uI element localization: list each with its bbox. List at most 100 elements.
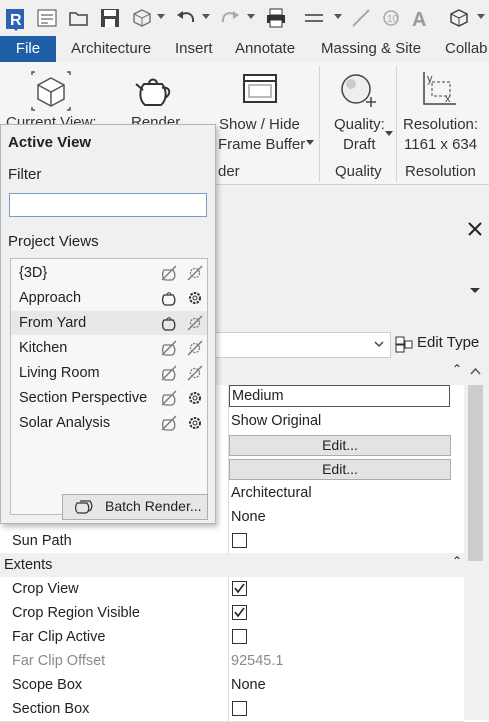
save-icon[interactable] xyxy=(99,7,121,29)
filter-input[interactable] xyxy=(9,193,207,217)
section-box-checkbox[interactable] xyxy=(232,701,247,716)
render-teapot-icon[interactable] xyxy=(134,72,174,113)
gear-disabled-icon[interactable] xyxy=(187,265,203,281)
property-value[interactable]: Architectural xyxy=(231,481,312,505)
property-row-sun-path: Sun Path xyxy=(0,529,464,554)
property-label: Far Clip Active xyxy=(12,629,106,645)
edit-button[interactable]: Edit... xyxy=(229,435,451,456)
property-label: Section Box xyxy=(12,701,90,717)
quick-access-toolbar: R 10 A xyxy=(0,0,489,36)
svg-text:10: 10 xyxy=(387,14,399,25)
property-row-section-box: Section Box xyxy=(0,697,464,722)
3d-view-icon[interactable] xyxy=(448,7,470,29)
property-value[interactable]: None xyxy=(231,673,266,697)
group-quality-label: Quality xyxy=(335,163,382,180)
text-icon[interactable]: A xyxy=(409,7,431,31)
properties-icon[interactable] xyxy=(36,7,58,29)
teapot-icon[interactable] xyxy=(161,315,177,331)
frame-buffer-icon[interactable] xyxy=(242,72,278,109)
far-clip-active-checkbox[interactable] xyxy=(232,629,247,644)
list-item[interactable]: Solar Analysis xyxy=(11,411,207,435)
list-item-selected[interactable]: From Yard xyxy=(11,311,207,335)
active-view-popup: Active View Filter Project Views {3D} Ap… xyxy=(0,124,216,524)
batch-render-button[interactable]: Batch Render... xyxy=(62,494,208,520)
tab-collaborate[interactable]: Collab xyxy=(445,36,488,62)
collapse-icon[interactable]: ⌃ xyxy=(452,554,462,568)
teapot-disabled-icon[interactable] xyxy=(161,415,177,431)
scrollbar-thumb[interactable] xyxy=(468,385,483,561)
sun-path-checkbox[interactable] xyxy=(232,533,247,548)
property-label: Crop Region Visible xyxy=(12,605,140,621)
current-view-icon[interactable] xyxy=(30,70,72,115)
teapot-disabled-icon[interactable] xyxy=(161,365,177,381)
chevron-down-icon[interactable] xyxy=(202,14,210,19)
instance-filter-dropdown[interactable] xyxy=(212,332,391,358)
type-selector-chevron-icon[interactable] xyxy=(470,281,480,297)
scroll-up-icon xyxy=(470,367,481,375)
scrollbar[interactable] xyxy=(466,361,485,720)
crop-region-visible-checkbox[interactable] xyxy=(232,605,247,620)
gear-disabled-icon[interactable] xyxy=(187,315,203,331)
open-folder-icon[interactable] xyxy=(68,7,90,29)
resolution-icon[interactable]: yx xyxy=(418,70,460,113)
quality-label: Quality: xyxy=(334,116,385,133)
gear-disabled-icon[interactable] xyxy=(187,340,203,356)
dimension-icon[interactable] xyxy=(350,7,372,29)
chevron-down-icon[interactable] xyxy=(247,14,255,19)
property-row-scope-box: Scope Box None xyxy=(0,673,464,698)
teapot-icon[interactable] xyxy=(161,290,177,306)
tab-architecture[interactable]: Architecture xyxy=(71,36,151,62)
gear-icon[interactable] xyxy=(187,415,203,431)
tab-annotate[interactable]: Annotate xyxy=(235,36,295,62)
group-resolution-label: Resolution xyxy=(405,163,476,180)
close-icon[interactable] xyxy=(467,221,483,240)
print-icon[interactable] xyxy=(265,7,287,29)
crop-view-checkbox[interactable] xyxy=(232,581,247,596)
edit-button[interactable]: Edit... xyxy=(229,459,451,480)
project-views-list[interactable]: {3D} Approach From Yard Kitchen Living R… xyxy=(10,258,208,515)
chevron-down-icon[interactable] xyxy=(385,124,393,140)
group-header-extents[interactable]: Extents ⌃ xyxy=(0,553,464,578)
chevron-down-icon[interactable] xyxy=(157,14,165,19)
collapse-icon[interactable]: ⌃ xyxy=(452,362,462,376)
property-value[interactable]: Medium xyxy=(232,384,284,408)
redo-icon[interactable] xyxy=(219,7,241,29)
view-name: Solar Analysis xyxy=(19,415,111,431)
group-label: Extents xyxy=(4,557,53,573)
chevron-down-icon[interactable] xyxy=(306,133,314,149)
filter-label: Filter xyxy=(8,166,42,183)
list-item[interactable]: Kitchen xyxy=(11,336,207,360)
property-value[interactable]: None xyxy=(231,505,266,529)
edit-type-button[interactable]: Edit Type xyxy=(392,332,482,356)
edit-type-icon xyxy=(395,336,413,353)
teapot-disabled-icon[interactable] xyxy=(161,390,177,406)
tab-file[interactable]: File xyxy=(0,36,56,62)
gear-disabled-icon[interactable] xyxy=(187,365,203,381)
revit-logo-icon[interactable]: R xyxy=(4,7,26,31)
view-name: From Yard xyxy=(19,315,87,331)
list-item[interactable]: {3D} xyxy=(11,261,207,285)
tab-insert[interactable]: Insert xyxy=(175,36,213,62)
chevron-down-icon[interactable] xyxy=(334,14,342,19)
chevron-down-icon[interactable] xyxy=(477,14,485,19)
quality-icon[interactable] xyxy=(338,72,378,115)
teapot-disabled-icon[interactable] xyxy=(161,265,177,281)
undo-icon[interactable] xyxy=(175,7,197,29)
gear-icon[interactable] xyxy=(187,290,203,306)
property-value[interactable]: Show Original xyxy=(231,409,321,433)
tag-icon[interactable]: 10 xyxy=(380,7,402,29)
tab-massing-site[interactable]: Massing & Site xyxy=(321,36,421,62)
show-hide-label: Show / Hide xyxy=(219,116,300,133)
measure-icon[interactable] xyxy=(303,7,325,29)
list-item[interactable]: Approach xyxy=(11,286,207,310)
gear-icon[interactable] xyxy=(187,390,203,406)
teapot-disabled-icon[interactable] xyxy=(161,340,177,356)
project-views-label: Project Views xyxy=(8,233,99,250)
sync-icon[interactable] xyxy=(131,7,153,29)
list-item[interactable]: Section Perspective xyxy=(11,386,207,410)
list-item[interactable]: Living Room xyxy=(11,361,207,385)
svg-text:A: A xyxy=(412,9,426,29)
quality-value[interactable]: Draft xyxy=(343,136,376,153)
frame-buffer-label: Frame Buffer xyxy=(218,136,306,153)
view-name: Living Room xyxy=(19,365,100,381)
